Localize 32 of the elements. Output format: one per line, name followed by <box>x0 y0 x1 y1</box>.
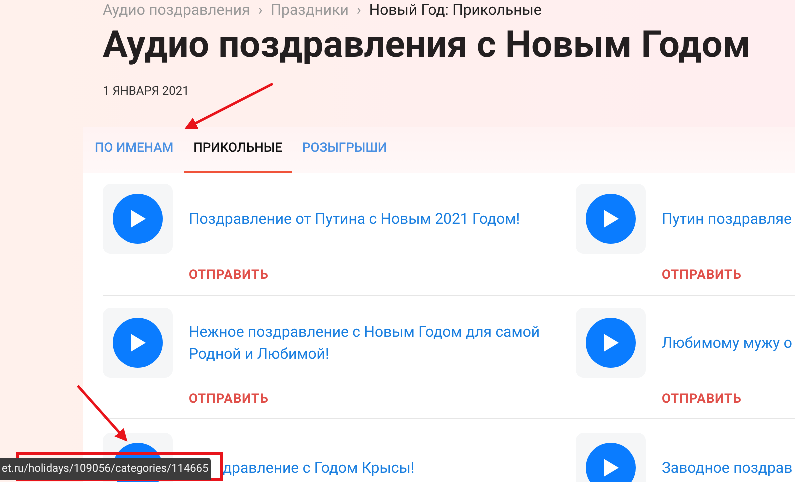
greeting-title-link[interactable]: Нежное поздравление с Новым Годом для самой Родной и Любимой! <box>189 321 559 365</box>
greeting-title-link[interactable]: Заводное поздрав <box>662 460 793 476</box>
breadcrumb-link[interactable]: Праздники <box>270 0 349 20</box>
play-icon <box>603 210 619 228</box>
tab[interactable]: ПО ИМЕНАМ <box>85 127 184 173</box>
annotation-arrow <box>77 385 128 442</box>
tab[interactable]: РОЗЫГРЫШИ <box>292 127 398 173</box>
greeting-title-link[interactable]: Путин поздравляе <box>662 208 792 230</box>
send-button[interactable]: ОТПРАВИТЬ <box>189 390 269 410</box>
play-button[interactable] <box>586 318 636 368</box>
url-tooltip: et.ru/holidays/109056/categories/114665 <box>0 458 211 480</box>
send-button[interactable]: ОТПРАВИТЬ <box>662 390 742 410</box>
page-title: Аудио поздравления с Новым Годом <box>102 24 752 68</box>
tab[interactable]: ПРИКОЛЬНЫЕ <box>184 127 292 173</box>
send-button[interactable]: ОТПРАВИТЬ <box>662 266 742 286</box>
play-button[interactable] <box>586 443 636 482</box>
breadcrumb-separator: › <box>356 0 362 20</box>
greeting-title-link[interactable]: дравление с Годом Крысы! <box>223 460 415 476</box>
play-icon <box>603 334 619 352</box>
play-button[interactable] <box>586 194 636 244</box>
play-icon <box>603 459 619 477</box>
play-button[interactable] <box>113 318 163 368</box>
play-button[interactable] <box>113 194 163 244</box>
play-icon <box>130 210 146 228</box>
greeting-title-link[interactable]: Поздравление от Путина с Новым 2021 Годом! <box>189 208 520 230</box>
play-icon <box>130 334 146 352</box>
breadcrumb-separator: › <box>258 0 263 20</box>
send-button[interactable]: ОТПРАВИТЬ <box>189 266 269 286</box>
publish-date: 1 ЯНВАРЯ 2021 <box>102 83 190 100</box>
breadcrumb-link[interactable]: Аудио поздравления <box>103 0 250 20</box>
breadcrumb-current: Новый Год: Прикольные <box>369 0 542 20</box>
greeting-title-link[interactable]: Любимому мужу о <box>662 332 792 354</box>
